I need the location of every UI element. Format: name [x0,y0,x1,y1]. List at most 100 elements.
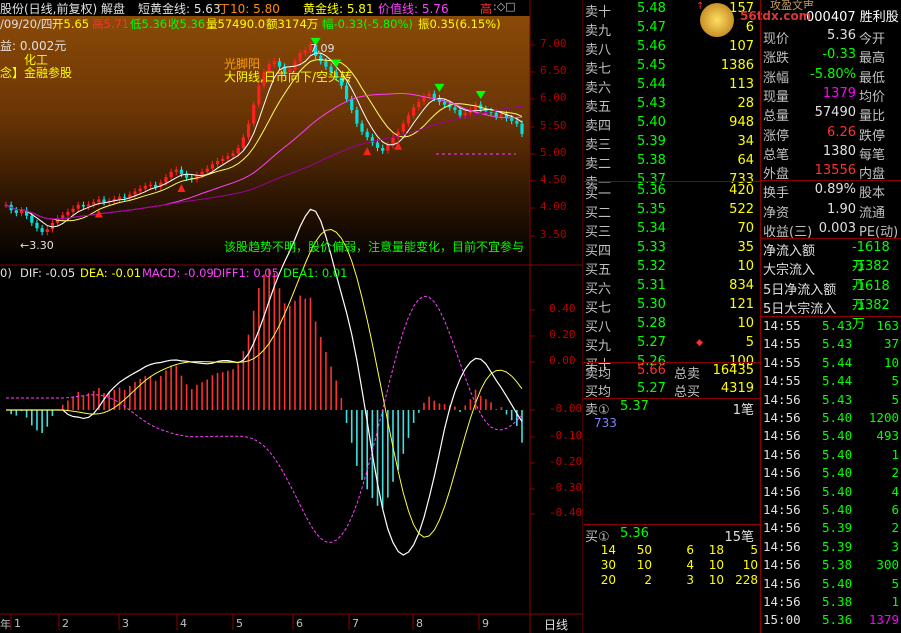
high-mark: 高 [480,2,493,16]
ask-price: 5.45 [637,58,666,73]
bid-price: 5.36 [637,183,666,198]
buy1-queue-cell: 30 [600,558,616,572]
bid-row[interactable]: 买二 5.35 522 [584,201,760,221]
candle-body [463,112,467,116]
bid-label: 买九 [585,339,612,354]
candle-body [432,93,436,99]
tick-row: 14:56 5.40 1 [762,446,901,465]
tick-row: 14:56 5.38 300 [762,556,901,575]
ask-label: 卖五 [585,100,612,115]
quote-row: 涨幅 -5.80% 最低 [762,66,901,86]
candle-body [76,204,80,209]
stock-title: 股份(日线,前复权) 解盘 [0,2,125,16]
quote-label: 涨幅 [763,70,790,86]
candle-body [360,123,364,132]
quote-row: 总量 57490 量比 [762,104,901,125]
candle-body [86,204,91,207]
bid-volume: 10 [737,316,754,331]
ding-line: 丁10: 5.80 [218,2,280,16]
ask-volume: 107 [729,39,754,54]
candle-body [241,137,245,148]
bid-row[interactable]: 买一 5.36 420 [584,182,760,202]
ask-price: 5.39 [637,134,666,149]
candle-body [355,110,359,124]
nav-icons[interactable]: :◇□ [493,0,516,13]
tick-time: 14:56 [763,428,801,444]
bid-label: 买一 [585,187,612,202]
ask-price: 5.48 [637,1,666,16]
tick-price: 5.36 [822,612,853,628]
ask-row[interactable]: 卖八 5.46 107 [584,38,760,58]
tick-row: 14:56 5.40 1200 [762,409,901,428]
sell1-queue-row[interactable]: 卖① 5.37 1笔 [584,398,760,418]
candle-body [381,147,385,151]
buy1-queue-cell: 228 [735,573,758,587]
tick-volume: 6 [891,502,899,517]
kline-macd-svg[interactable] [0,0,583,633]
bid-row[interactable]: 买六 5.31 834 [584,277,760,297]
candle-body [510,118,514,121]
tick-row: 14:56 5.38 1 [762,593,901,612]
buy1-queue-cell: 3 [686,573,694,587]
buy-marker-icon [363,147,372,156]
quote-separator [760,180,901,181]
flow-label: 5日大宗流入 [763,301,837,317]
bid-row[interactable]: 买七 5.30 121 [584,296,760,316]
price-tick-label: 5.00 [540,146,567,159]
flow-label: 净流入额 [763,244,816,259]
ask-row[interactable]: 卖三 5.39 34 [584,133,760,153]
chart-area[interactable]: 股份(日线,前复权) 解盘 短黄金线: 5.63 丁10: 5.80 黄金线: … [0,0,583,633]
macd-value: MACD: -0.09 [142,266,214,280]
tick-volume: 493 [876,428,899,444]
candle-body [215,160,220,165]
flow-label: 5日净流入额 [763,282,837,298]
ask-row[interactable]: 卖六 5.44 113 [584,76,760,96]
bid-price: 5.34 [637,221,666,236]
bid-row[interactable]: 买八 5.28 10 [584,315,760,335]
macd-title: 0) [0,266,12,280]
quote-value: -5.80% [810,66,856,82]
ask-price: 5.38 [637,153,666,168]
bid-price: 5.33 [637,240,666,255]
period-label[interactable]: 日线 [544,616,568,633]
year-label: 年 [0,618,11,631]
quote-row: 现价 5.36 今开 [762,27,901,47]
candle-body [252,104,256,124]
quote-value: 0.89% [814,182,856,198]
short-gold-line: 短黄金线: 5.63 [138,2,221,16]
ask-row[interactable]: 卖五 5.43 28 [584,95,760,115]
macd-dif: DIF: -0.05 [20,266,76,280]
candle-body [40,228,44,232]
macd-tick-label: 0.40 [549,302,576,315]
buy1-queue-cell: 10 [708,573,724,587]
bid-price: 5.35 [637,202,666,217]
candle-body [344,85,349,100]
tick-volume: 10 [883,354,899,370]
candle-body [427,93,431,97]
candle-body [350,99,354,111]
ask-label: 卖七 [585,62,612,77]
tick-price: 5.40 [822,446,853,462]
total-sell: 16435 [712,363,754,378]
tick-row: 14:56 5.43 5 [762,391,901,410]
candle-body [499,114,503,117]
ask-price: 5.43 [637,96,666,111]
tick-price: 5.43 [822,336,853,352]
bid-label: 买五 [585,263,612,278]
ask-row[interactable]: 卖四 5.40 948 [584,114,760,134]
ask-row[interactable]: 卖二 5.38 64 [584,152,760,172]
buy1-queue-row[interactable]: 买① 5.36 15笔 [584,525,760,545]
brand-logo-icon [700,3,734,37]
sell-marker-icon [434,83,445,92]
ask-row[interactable]: 卖七 5.45 1386 [584,57,760,77]
bid-row[interactable]: 买四 5.33 35 [584,239,760,259]
bid-row[interactable]: 买九 5.27 ◆ 5 [584,334,760,354]
quote-value: 57490 [814,105,856,121]
ask-price: 5.44 [637,77,666,92]
candle-body [174,169,178,172]
bid-label: 买七 [585,301,612,316]
tick-volume: 37 [883,336,899,352]
bid-row[interactable]: 买三 5.34 70 [584,220,760,240]
quote-label-right: 量比 [859,109,886,125]
bid-row[interactable]: 买五 5.32 10 [584,258,760,278]
